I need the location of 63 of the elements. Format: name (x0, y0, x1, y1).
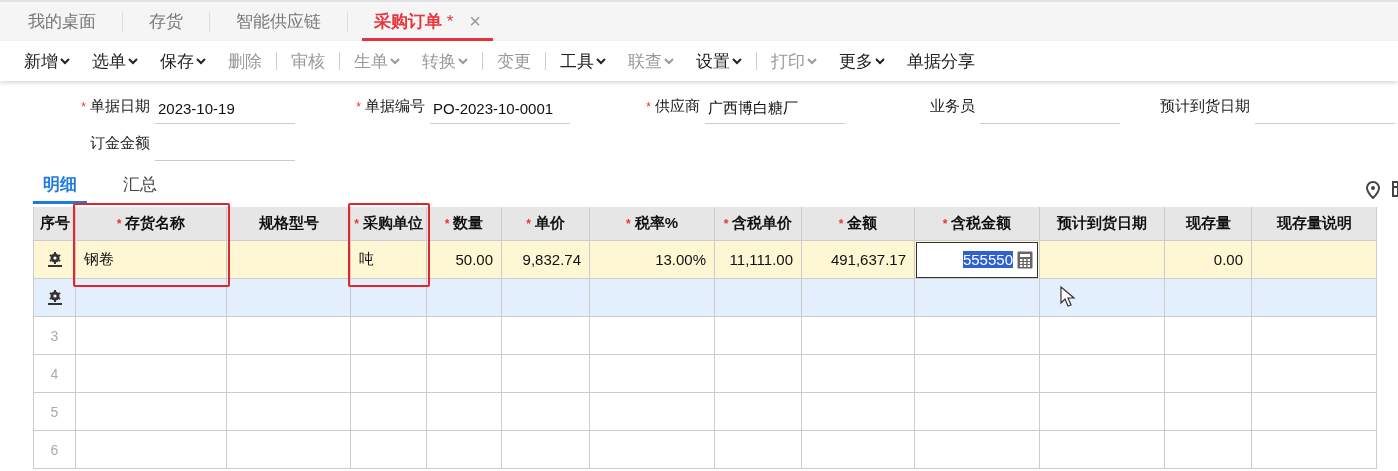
table-cell: 吨 (351, 241, 427, 279)
chevron-down-icon (596, 57, 606, 65)
toolbar-button[interactable]: 单据分享 (907, 49, 975, 73)
chevron-down-icon (196, 57, 206, 65)
toolbar-button[interactable]: 选单 (92, 49, 138, 73)
table-cell: 9,832.74 (502, 241, 590, 279)
toolbar-button[interactable]: 保存 (160, 49, 206, 73)
table-cell: 6 (34, 431, 76, 469)
tab[interactable]: 我的桌面 (16, 2, 108, 41)
chevron-down-icon (390, 57, 400, 65)
tab[interactable]: 汇总 (113, 173, 167, 204)
calculator-icon[interactable] (1017, 250, 1033, 269)
table-cell: 0.00 (1165, 241, 1252, 279)
input-field[interactable]: 555550 (916, 241, 1038, 278)
column-header: 序号 (34, 207, 76, 241)
chevron-down-icon (875, 57, 885, 65)
chevron-down-icon (664, 57, 674, 65)
column-header: * 单价 (502, 207, 590, 241)
location-pin-icon[interactable] (1366, 181, 1380, 199)
chevron-down-icon (128, 57, 138, 65)
toolbar-button[interactable]: 更多 (839, 49, 885, 73)
column-header: * 存货名称 (76, 207, 227, 241)
chevron-down-icon (807, 57, 817, 65)
close-icon[interactable]: × (469, 10, 482, 33)
table-cell: 钢卷 (76, 241, 227, 279)
column-header: 现存量说明 (1252, 207, 1377, 241)
input-field[interactable]: PO-2023-10-0001 (430, 94, 570, 124)
chevron-down-icon (732, 57, 742, 65)
field-label: * 单据编号 (355, 97, 425, 116)
gear-icon[interactable] (46, 251, 63, 268)
field-label: 订金金额 (89, 134, 150, 153)
field-label: 业务员 (929, 97, 975, 116)
table-cell: 5 (34, 393, 76, 431)
column-header: * 税率% (590, 207, 715, 241)
tab[interactable]: 明细 (33, 173, 87, 204)
table-cell: 4 (34, 355, 76, 393)
column-header: * 含税金额 (915, 207, 1040, 241)
column-header: 现存量 (1165, 207, 1252, 241)
table-cell: 50.00 (427, 241, 502, 279)
chevron-down-icon (60, 57, 70, 65)
table-cell: 11,111.00 (715, 241, 802, 279)
field-label: * 单据日期 (80, 97, 150, 116)
field-label: 预计到货日期 (1159, 97, 1250, 116)
toolbar-button[interactable]: 设置 (696, 49, 742, 73)
toolbar-button[interactable]: 新增 (24, 49, 70, 73)
toolbar-button[interactable]: 工具 (560, 49, 606, 73)
chevron-down-icon (458, 57, 468, 65)
table-cell: 491,637.17 (802, 241, 915, 279)
gear-icon[interactable] (46, 289, 63, 306)
column-header: * 数量 (427, 207, 502, 241)
input-field[interactable]: 2023-10-19 (155, 94, 295, 124)
mouse-cursor-icon (1060, 286, 1078, 308)
tab[interactable]: 智能供应链 (224, 2, 333, 41)
column-header: * 金额 (802, 207, 915, 241)
tab[interactable]: 存货 (137, 2, 195, 41)
input-field[interactable]: 广西博白糖厂 (705, 94, 845, 124)
column-header: * 采购单位 (351, 207, 427, 241)
column-header: * 含税单价 (715, 207, 802, 241)
column-header: 规格型号 (227, 207, 351, 241)
column-header: 预计到货日期 (1040, 207, 1165, 241)
table-cell: 3 (34, 317, 76, 355)
field-label: * 供应商 (645, 97, 700, 116)
table-cell: 13.00% (590, 241, 715, 279)
